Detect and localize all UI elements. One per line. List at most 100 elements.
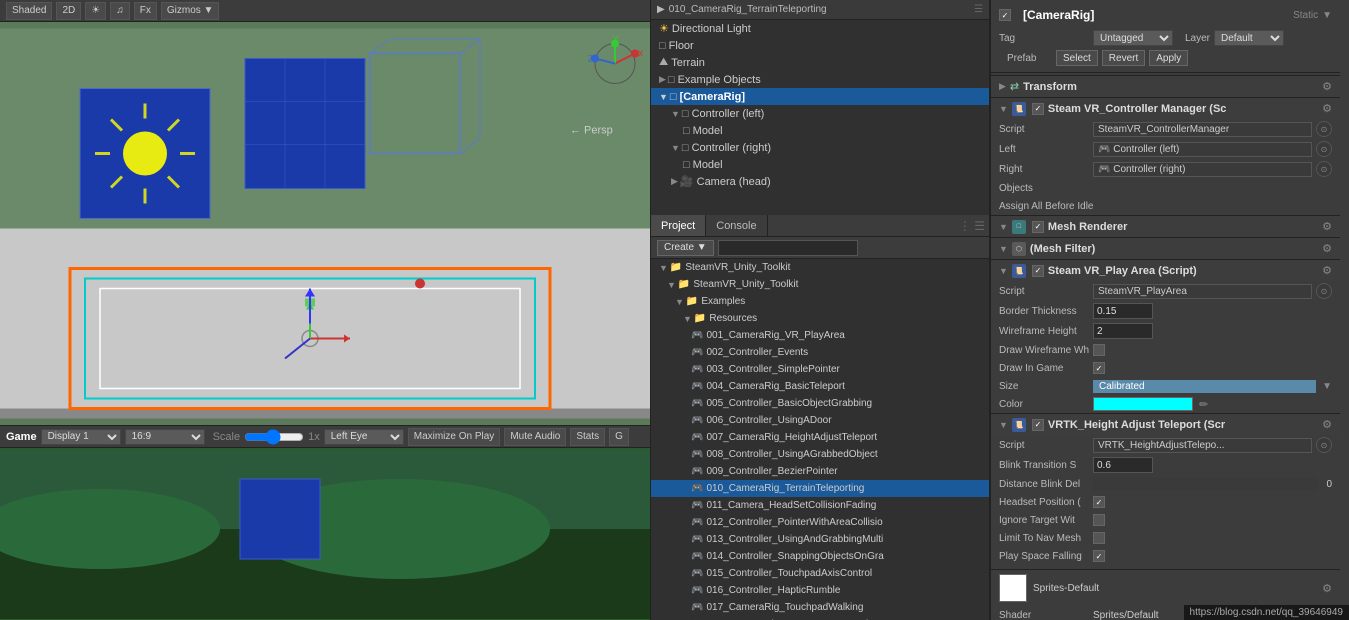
- shaded-button[interactable]: Shaded: [6, 2, 52, 20]
- project-search[interactable]: [718, 240, 858, 256]
- fx-button[interactable]: Fx: [134, 2, 157, 20]
- right-value[interactable]: 🎮 Controller (right): [1093, 162, 1312, 177]
- play-area-settings-icon[interactable]: ⚙: [1322, 264, 1332, 277]
- border-thickness-input[interactable]: [1093, 303, 1153, 319]
- hierarchy-item-model-left[interactable]: □ Model: [651, 122, 989, 139]
- inspector-body: ▶ ⇄ Transform ⚙ ▼ 📜 Steam VR_Controller …: [991, 73, 1340, 620]
- left-circle[interactable]: ⊙: [1316, 141, 1332, 157]
- project-item-009[interactable]: 🎮 009_Controller_BezierPointer: [651, 463, 989, 480]
- scale-slider[interactable]: [244, 429, 304, 445]
- apply-button[interactable]: Apply: [1149, 50, 1188, 66]
- project-item-015[interactable]: 🎮 015_Controller_TouchpadAxisControl: [651, 565, 989, 582]
- g-button[interactable]: G: [609, 428, 629, 446]
- blink-transition-input[interactable]: [1093, 457, 1153, 473]
- height-adjust-section[interactable]: ▼ 📜 VRTK_Height Adjust Teleport (Scr ⚙: [991, 413, 1340, 435]
- hierarchy-item-controller-right[interactable]: ▼ □ Controller (right): [651, 139, 989, 156]
- mesh-renderer-section[interactable]: ▼ □ Mesh Renderer ⚙: [991, 215, 1340, 237]
- mesh-renderer-settings-icon[interactable]: ⚙: [1322, 220, 1332, 233]
- draw-in-game-checkbox[interactable]: [1093, 362, 1105, 374]
- audio-button[interactable]: ♫: [110, 2, 130, 20]
- ratio-select[interactable]: 16:9: [125, 429, 205, 445]
- project-item-017[interactable]: 🎮 017_CameraRig_TouchpadWalking: [651, 599, 989, 616]
- height-adjust-checkbox[interactable]: [1032, 419, 1044, 431]
- select-button[interactable]: Select: [1056, 50, 1098, 66]
- limit-nav-checkbox[interactable]: [1093, 532, 1105, 544]
- script-value-play[interactable]: SteamVR_PlayArea: [1093, 284, 1312, 299]
- tab-project[interactable]: Project: [651, 215, 706, 236]
- maximize-button[interactable]: Maximize On Play: [408, 428, 501, 446]
- left-value[interactable]: 🎮 Controller (left): [1093, 142, 1312, 157]
- project-item-007[interactable]: 🎮 007_CameraRig_HeightAdjustTeleport: [651, 429, 989, 446]
- script-circle-ctrl[interactable]: ⊙: [1316, 121, 1332, 137]
- hierarchy-item-camera-head[interactable]: ▶ 🎥 Camera (head): [651, 173, 989, 190]
- hierarchy-item-terrain[interactable]: ⛰ Terrain: [651, 54, 989, 71]
- project-item-005[interactable]: 🎮 005_Controller_BasicObjectGrabbing: [651, 395, 989, 412]
- project-item-008[interactable]: 🎮 008_Controller_UsingAGrabbedObject: [651, 446, 989, 463]
- wireframe-height-input[interactable]: [1093, 323, 1153, 339]
- ctrl-manager-settings-icon[interactable]: ⚙: [1322, 102, 1332, 115]
- right-row: Right 🎮 Controller (right) ⊙: [991, 159, 1340, 179]
- hierarchy-menu-icon[interactable]: ☰: [974, 4, 983, 15]
- project-item-014[interactable]: 🎮 014_Controller_SnappingObjectsOnGra: [651, 548, 989, 565]
- project-item-steamvr-toolkit-2[interactable]: ▼ 📁 SteamVR_Unity_Toolkit: [651, 276, 989, 293]
- right-circle[interactable]: ⊙: [1316, 161, 1332, 177]
- play-space-checkbox[interactable]: [1093, 550, 1105, 562]
- mute-button[interactable]: Mute Audio: [504, 428, 566, 446]
- layer-select[interactable]: Default: [1214, 30, 1284, 46]
- steamvr-ctrl-manager-section[interactable]: ▼ 📜 Steam VR_Controller Manager (Sc ⚙: [991, 97, 1340, 119]
- sprites-icons[interactable]: ⚙: [1322, 582, 1332, 595]
- 2d-button[interactable]: 2D: [56, 2, 81, 20]
- project-item-018[interactable]: 🎮 018_CameraRig_FramesPerSecondCou: [651, 616, 989, 620]
- project-item-006[interactable]: 🎮 006_Controller_UsingADoor: [651, 412, 989, 429]
- hierarchy-item-example-objects[interactable]: ▶ □ Example Objects: [651, 71, 989, 88]
- script-circle-play[interactable]: ⊙: [1316, 283, 1332, 299]
- hierarchy-item-controller-left[interactable]: ▼ □ Controller (left): [651, 105, 989, 122]
- project-item-011[interactable]: 🎮 011_Camera_HeadSetCollisionFading: [651, 497, 989, 514]
- transform-settings-icon[interactable]: ⚙: [1322, 80, 1332, 93]
- hierarchy-item-model-right[interactable]: □ Model: [651, 156, 989, 173]
- gizmos-button[interactable]: Gizmos ▼: [161, 2, 220, 20]
- color-swatch[interactable]: [1093, 397, 1193, 411]
- eye-select[interactable]: Left Eye: [324, 429, 404, 445]
- stats-button[interactable]: Stats: [570, 428, 605, 446]
- play-area-checkbox[interactable]: [1032, 265, 1044, 277]
- light-button[interactable]: ☀: [85, 2, 106, 20]
- mesh-filter-section[interactable]: ▼ ⬡ (Mesh Filter) ⚙: [991, 237, 1340, 259]
- project-item-012[interactable]: 🎮 012_Controller_PointerWithAreaCollisio: [651, 514, 989, 531]
- project-item-001[interactable]: 🎮 001_CameraRig_VR_PlayArea: [651, 327, 989, 344]
- project-item-resources[interactable]: ▼ 📁 Resources: [651, 310, 989, 327]
- tab-console[interactable]: Console: [706, 215, 767, 236]
- size-value[interactable]: Calibrated: [1093, 380, 1316, 393]
- project-item-examples[interactable]: ▼ 📁 Examples: [651, 293, 989, 310]
- project-item-002[interactable]: 🎮 002_Controller_Events: [651, 344, 989, 361]
- project-item-004[interactable]: 🎮 004_CameraRig_BasicTeleport: [651, 378, 989, 395]
- hierarchy-item-camerarig[interactable]: ▼ □ [CameraRig]: [651, 88, 989, 105]
- hierarchy-item-floor[interactable]: □ Floor: [651, 37, 989, 54]
- play-area-section[interactable]: ▼ 📜 Steam VR_Play Area (Script) ⚙: [991, 259, 1340, 281]
- script-value-ctrl[interactable]: SteamVR_ControllerManager: [1093, 122, 1312, 137]
- headset-position-checkbox[interactable]: [1093, 496, 1105, 508]
- distance-blink-bar[interactable]: [1093, 477, 1318, 491]
- display-select[interactable]: Display 1: [41, 429, 121, 445]
- script-value-height[interactable]: VRTK_HeightAdjustTelepo...: [1093, 438, 1312, 453]
- mesh-renderer-checkbox[interactable]: [1032, 221, 1044, 233]
- hierarchy-item-directional-light[interactable]: ☀ Directional Light: [651, 20, 989, 37]
- revert-button[interactable]: Revert: [1102, 50, 1145, 66]
- project-item-steamvr-toolkit-1[interactable]: ▼ 📁 SteamVR_Unity_Toolkit: [651, 259, 989, 276]
- ignore-target-checkbox[interactable]: [1093, 514, 1105, 526]
- tag-select[interactable]: Untagged: [1093, 30, 1173, 46]
- create-button[interactable]: Create ▼: [657, 240, 714, 256]
- active-checkbox[interactable]: [999, 9, 1011, 21]
- size-arrow[interactable]: ▼: [1322, 381, 1332, 392]
- color-picker-icon[interactable]: ✏: [1199, 398, 1208, 411]
- script-circle-height[interactable]: ⊙: [1316, 437, 1332, 453]
- draw-wireframe-checkbox[interactable]: [1093, 344, 1105, 356]
- project-item-010[interactable]: 🎮 010_CameraRig_TerrainTeleporting: [651, 480, 989, 497]
- project-item-013[interactable]: 🎮 013_Controller_UsingAndGrabbingMulti: [651, 531, 989, 548]
- ctrl-manager-checkbox[interactable]: [1032, 103, 1044, 115]
- mesh-filter-settings-icon[interactable]: ⚙: [1322, 242, 1332, 255]
- transform-section[interactable]: ▶ ⇄ Transform ⚙: [991, 75, 1340, 97]
- project-item-003[interactable]: 🎮 003_Controller_SimplePointer: [651, 361, 989, 378]
- height-adjust-settings-icon[interactable]: ⚙: [1322, 418, 1332, 431]
- project-item-016[interactable]: 🎮 016_Controller_HapticRumble: [651, 582, 989, 599]
